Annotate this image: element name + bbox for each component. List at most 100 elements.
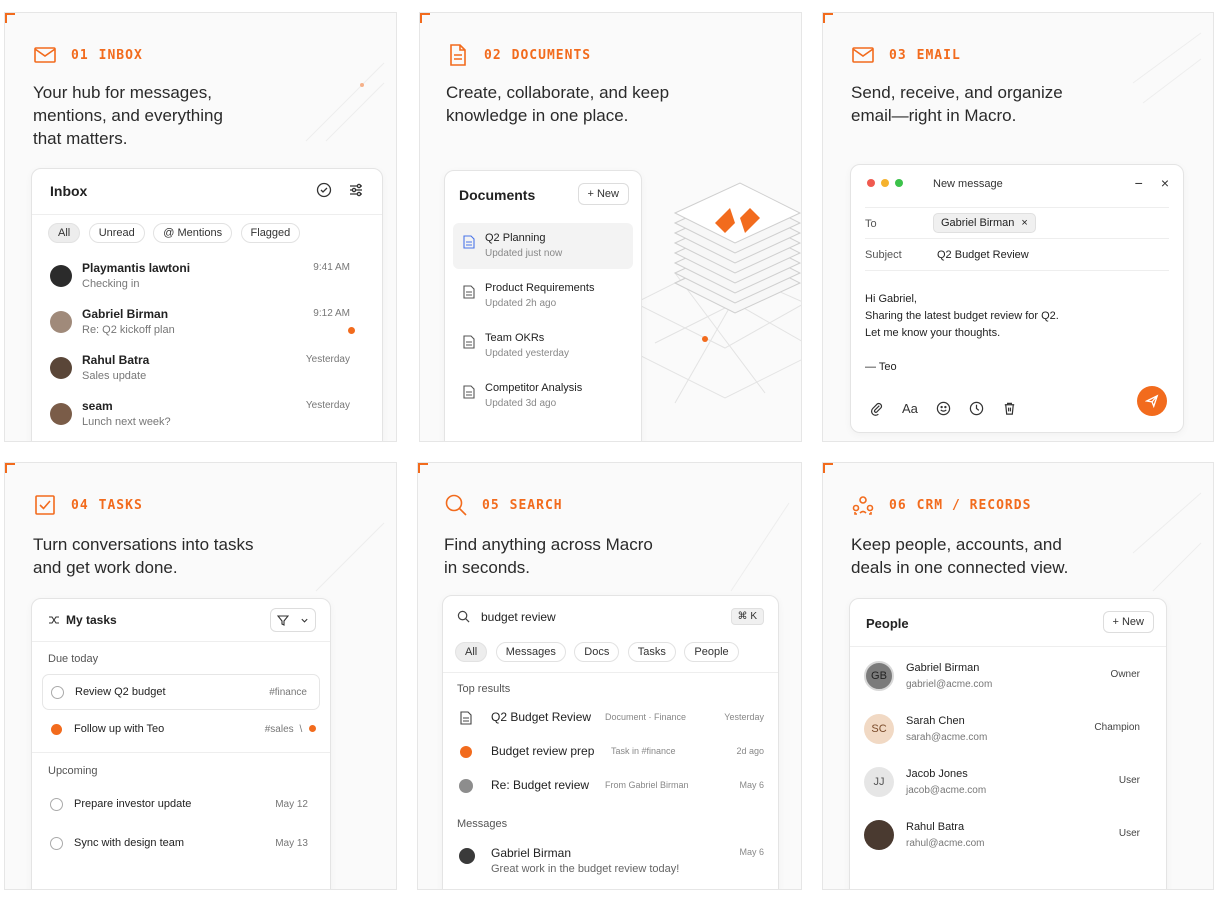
task-filter-button[interactable] (270, 608, 316, 632)
card-title: SEARCH (509, 497, 563, 513)
filter-all[interactable]: All (455, 642, 488, 662)
decorative-lines (1132, 32, 1202, 104)
result-preview: Great work in the budget review today! (491, 863, 680, 875)
subject-row[interactable]: Subject Q2 Budget Review (865, 239, 1169, 271)
close-dot[interactable] (867, 179, 875, 187)
result-time: 2d ago (736, 746, 764, 756)
sender-name: seam (82, 399, 113, 413)
search-result[interactable]: Budget review prep Task in #finance 2d a… (457, 741, 764, 765)
document-item[interactable]: Product Requirements Updated 2h ago (453, 273, 633, 319)
email-card: 03 EMAIL Send, receive, and organize ema… (822, 12, 1214, 442)
task-item[interactable]: Sync with design team May 13 (42, 826, 320, 862)
task-due-date: May 13 (275, 838, 308, 849)
trash-icon[interactable] (1002, 401, 1017, 416)
mark-read-icon[interactable] (316, 182, 332, 198)
filter-unread[interactable]: Unread (88, 223, 145, 243)
filter-settings-icon[interactable] (348, 182, 364, 198)
task-item[interactable]: Review Q2 budget #finance (42, 674, 320, 710)
close-icon[interactable]: × (1161, 175, 1169, 191)
new-person-button[interactable]: + New (1102, 611, 1154, 633)
task-item[interactable]: Follow up with Teo #sales \ (42, 712, 320, 748)
message-item[interactable]: Gabriel Birman Re: Q2 kickoff plan 9:12 … (50, 307, 364, 347)
message-item[interactable]: Rahul Batra Sales update Yesterday (50, 353, 364, 393)
person-name: Rahul Batra (906, 821, 965, 833)
send-icon (1145, 394, 1159, 408)
message-item[interactable]: seam Lunch next week? Yesterday (50, 399, 364, 439)
filter-tasks[interactable]: Tasks (627, 642, 676, 662)
desc-line: Keep people, accounts, and (851, 535, 1062, 554)
send-button[interactable] (1137, 386, 1167, 416)
card-title: INBOX (98, 47, 143, 63)
person-row[interactable]: SC Sarah Chen sarah@acme.com Champion (864, 712, 1152, 756)
decorative-lines (305, 62, 385, 142)
divider (443, 672, 778, 673)
person-row[interactable]: Rahul Batra rahul@acme.com User (864, 818, 1152, 862)
filter-people[interactable]: People (684, 642, 739, 662)
inbox-title: Inbox (50, 183, 88, 199)
filter-mentions[interactable]: @ Mentions (153, 223, 233, 243)
task-item[interactable]: Prepare investor update May 12 (42, 787, 320, 823)
tasks-title: My tasks (66, 613, 117, 627)
remove-recipient-icon[interactable]: × (1021, 217, 1027, 229)
avatar: SC (864, 714, 894, 744)
pencil-icon: \ (299, 724, 303, 735)
document-icon (463, 235, 475, 249)
sender-name: Gabriel Birman (82, 307, 169, 321)
search-result[interactable]: Re: Budget review From Gabriel Birman Ma… (457, 775, 764, 799)
schedule-clock-icon[interactable] (969, 401, 984, 416)
document-item[interactable]: Q2 Planning Updated just now (453, 223, 633, 269)
recipient-chip[interactable]: Gabriel Birman × (933, 213, 1036, 233)
upcoming-label: Upcoming (48, 765, 98, 777)
task-checkbox[interactable] (51, 724, 62, 735)
filter-messages[interactable]: Messages (495, 642, 566, 662)
people-title: People (866, 616, 909, 631)
person-role: User (1118, 775, 1140, 786)
task-status-icon (460, 746, 472, 758)
zoom-dot[interactable] (895, 179, 903, 187)
message-time: Yesterday (305, 400, 350, 411)
card-number: 02 (484, 47, 502, 63)
card-number: 01 (71, 47, 89, 63)
task-name: Follow up with Teo (74, 723, 165, 735)
person-row[interactable]: JJ Jacob Jones jacob@acme.com User (864, 765, 1152, 809)
search-result[interactable]: Q2 Budget Review Document · Finance Yest… (457, 707, 764, 731)
task-checkbox[interactable] (50, 837, 63, 850)
inbox-filters: All Unread @ Mentions Flagged (48, 223, 304, 243)
new-label: New (1121, 616, 1144, 628)
avatar: JJ (864, 767, 894, 797)
decorative-lines (315, 522, 385, 592)
subject-label: Subject (865, 249, 902, 261)
document-icon (450, 44, 466, 66)
messages-label: Messages (457, 818, 508, 830)
filter-docs[interactable]: Docs (574, 642, 620, 662)
filter-all[interactable]: All (48, 223, 81, 243)
crm-card-header: 06 CRM / RECORDS (851, 493, 1031, 517)
text-format-button[interactable]: Aa (902, 401, 918, 416)
minimize-icon[interactable]: − (1135, 175, 1143, 191)
email-body[interactable]: Hi Gabriel, Sharing the latest budget re… (865, 291, 1059, 376)
search-input[interactable]: budget review ⌘ K (457, 608, 764, 628)
minimize-dot[interactable] (881, 179, 889, 187)
search-query: budget review (481, 610, 556, 624)
subject-input[interactable]: Q2 Budget Review (937, 249, 1029, 261)
search-message-result[interactable]: Gabriel Birman Great work in the budget … (457, 842, 764, 878)
document-item[interactable]: Team OKRs Updated yesterday (453, 323, 633, 369)
new-document-button[interactable]: + New (577, 183, 629, 205)
desc-line: Turn conversations into tasks (33, 535, 254, 554)
desc-line: Send, receive, and organize (851, 83, 1063, 102)
task-checkbox[interactable] (51, 686, 64, 699)
card-description: Turn conversations into tasks and get wo… (33, 533, 253, 579)
inbox-card-header: 01 INBOX (33, 43, 143, 67)
avatar: GB (864, 661, 894, 691)
filter-flagged[interactable]: Flagged (240, 223, 301, 243)
desc-line: knowledge in one place. (446, 106, 629, 125)
attachment-icon[interactable] (869, 401, 884, 416)
avatar (459, 779, 473, 793)
emoji-icon[interactable] (936, 401, 951, 416)
document-item[interactable]: Competitor Analysis Updated 3d ago (453, 373, 633, 419)
person-row[interactable]: GB Gabriel Birman gabriel@acme.com Owner (864, 659, 1152, 703)
task-checkbox[interactable] (50, 798, 63, 811)
document-icon (460, 711, 472, 725)
person-role: Champion (1094, 722, 1140, 733)
message-item[interactable]: Playmantis lawtoni Checking in 9:41 AM (50, 261, 364, 301)
